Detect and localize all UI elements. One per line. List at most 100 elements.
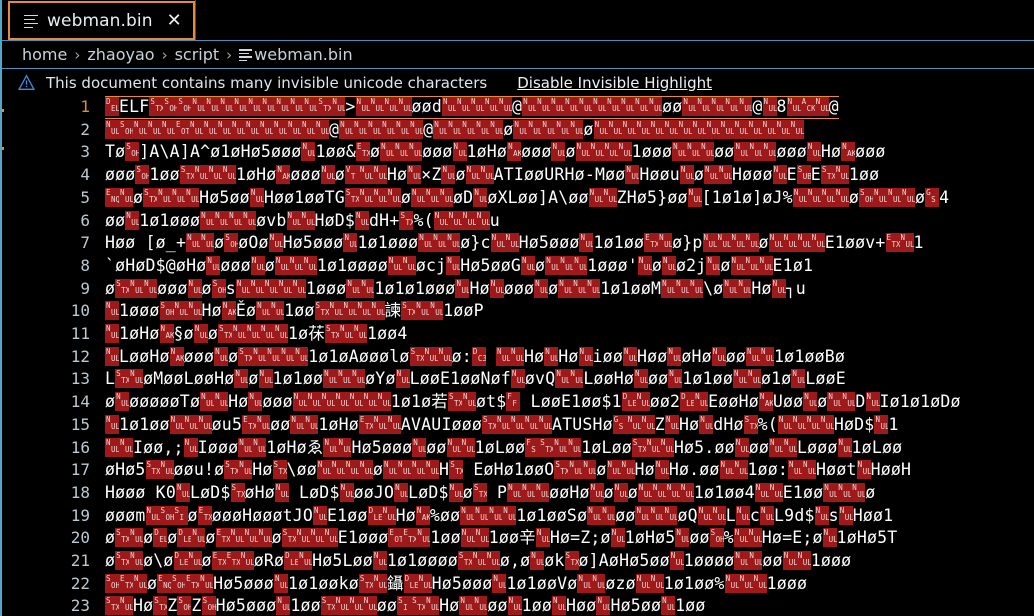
invisible-char-nul: NUL	[273, 324, 288, 343]
invisible-char-nul: NUL	[602, 187, 617, 207]
code-editor[interactable]: 1DELELFSTXSOHSOHNULNULNULNULNULNULNULNUL…	[2, 96, 1034, 616]
code-line[interactable]: 6øøNUL1ø1øøøNULNULNULNULøvbNULNULHøD$NUL…	[2, 210, 1034, 233]
invisible-char-nul: NUL	[613, 482, 628, 502]
line-content[interactable]: øNULøøøøøTøNULNULHøNULøøøNULNULNULNULNUL…	[105, 391, 961, 414]
invisible-char-nul: NUL	[649, 505, 664, 525]
invisible-char-nul: NUL	[699, 414, 714, 434]
line-content[interactable]: DELELFSTXSOHSOHNULNULNULNULNULNULNULNULN…	[105, 96, 839, 119]
code-line[interactable]: 1DELELFSTXSOHSOHNULNULNULNULNULNULNULNUL…	[2, 96, 1034, 119]
breadcrumb-item-home[interactable]: home	[22, 45, 67, 64]
binary-glyph-run: E	[786, 165, 797, 185]
invisible-char-stx: STX	[472, 482, 487, 502]
code-line[interactable]: 15NUL1ø1øøNULNULNULøu5ETXNULøøNULNUL1øHø…	[2, 414, 1034, 437]
invisible-char-stx: STX	[179, 165, 194, 185]
breadcrumb-item-zhaoyao[interactable]: zhaoyao	[87, 45, 154, 64]
invisible-char-nul: NUL	[606, 97, 621, 116]
line-content[interactable]: Høøø K0NULLøD$STXøHøNUL LøD$NULøøJONULLø…	[105, 482, 875, 505]
breadcrumb-item-file[interactable]: webman.bin	[239, 45, 353, 64]
code-line[interactable]: 9øSTXNULNULøøøNULøSOHsNULNULNULNULNUL1øø…	[2, 278, 1034, 301]
line-number: 17	[70, 460, 90, 480]
line-content[interactable]: øøNUL1ø1øøøNULNULNULNULøvbNULNULHøD$NULd…	[105, 210, 500, 233]
line-content[interactable]: SOHETXNULøENQSOHETXNULHø5øøøNUL1ø1øøkøST…	[105, 573, 807, 596]
invisible-char-nul: NUL	[323, 528, 338, 548]
binary-glyph-run: 1øø&	[315, 142, 356, 162]
line-content[interactable]: øøømNULSOHSIøETXøøøHøøøtJONULE1øøDLENULH…	[105, 505, 893, 528]
binary-glyph-run: 1øHø5T	[836, 528, 898, 548]
code-line[interactable]: 2NULSOHNULNULNULEOTNULNULNULNULNULNULNUL…	[2, 119, 1034, 142]
line-content[interactable]: øSTXNULNULøøøNULøSOHsNULNULNULNULNUL1øøø…	[105, 278, 806, 301]
disable-invisible-highlight-link[interactable]: Disable Invisible Highlight	[517, 74, 712, 92]
code-line[interactable]: 10NUL1øøøSOHNULNULHøNAKĚøNULNUL1øøSTXNUL…	[2, 300, 1034, 323]
code-line[interactable]: 3TøSOH]A\A]A^ø1øHø5øøøNUL1øø&ETXøNULNULN…	[2, 141, 1034, 164]
binary-glyph-run: E1øøø	[337, 528, 389, 548]
code-line[interactable]: 22SOHETXNULøENQSOHETXNULHø5øøøNUL1ø1øøkø…	[2, 573, 1034, 596]
overview-ruler-mark[interactable]	[2, 109, 4, 112]
line-content[interactable]: NUL1øHøNAK§øNULøSTXNULNULNULNUL1ø茠STXNUL…	[105, 323, 407, 346]
code-line[interactable]: 21øSTXNULø\øDLENULøETXETXNULøRøDLENULHø5…	[2, 550, 1034, 573]
binary-glyph-run: Hø	[228, 392, 249, 412]
invisible-char-nul: NUL	[658, 233, 673, 253]
binary-glyph-run: 諫	[384, 301, 402, 321]
binary-glyph-run: 1øLøø	[474, 437, 526, 457]
line-content[interactable]: øøøSOH1øøSTXNULNULNUL1øHøNAKøøøNULøVTNUL…	[105, 164, 879, 187]
line-content[interactable]: TøSOH]A\A]A^ø1øHø5øøøNUL1øø&ETXøNULNULNU…	[105, 141, 886, 164]
invisible-char-nul: NUL	[700, 142, 715, 162]
line-content[interactable]: NULNULIøø,;NULIøøøNULNUL1øHøゑNULNULHø5øø…	[105, 437, 902, 460]
invisible-char-nul: NUL	[634, 369, 648, 389]
line-content[interactable]: NULSOHNULNULNULEOTNULNULNULNULNULNULNULN…	[105, 119, 804, 142]
binary-glyph-run: Høø	[566, 596, 597, 616]
binary-glyph-run: 1ø1øø	[682, 369, 733, 389]
line-content[interactable]: ENQNULøSTXNULNULNULHø5øøNULHøø1øøTGSTXNU…	[105, 187, 949, 210]
invisible-char-nul: NUL	[455, 278, 470, 298]
invisible-char-nul: NUL	[207, 165, 222, 185]
code-line[interactable]: 5ENQNULøSTXNULNULNULHø5øøNULHøø1øøTGSTXN…	[2, 187, 1034, 210]
code-lines-container[interactable]: 1DELELFSTXSOHSOHNULNULNULNULNULNULNULNUL…	[2, 96, 1034, 616]
binary-glyph-run: 1øHøゑ	[266, 437, 324, 457]
line-content[interactable]: NUL1øøøSOHNULNULHøNAKĚøNULNUL1øøSTXNULNU…	[105, 300, 484, 323]
binary-glyph-run: Hø	[469, 278, 490, 298]
invisible-char-nul: NUL	[461, 119, 476, 139]
line-content[interactable]: STXNULHøSTXZSOHZSOHHø5øøøNUL1øøSTXNULNUL…	[105, 595, 706, 616]
overview-ruler-mark[interactable]	[2, 147, 4, 150]
invisible-char-nul: NUL	[446, 437, 461, 457]
code-line[interactable]: 4øøøSOH1øøSTXNULNULNUL1øHøNAKøøøNULøVTNU…	[2, 164, 1034, 187]
code-line[interactable]: 18Høøø K0NULLøD$STXøHøNUL LøD$NULøøJONUL…	[2, 482, 1034, 505]
invisible-char-nul: NUL	[775, 119, 790, 139]
invisible-char-nul: NUL	[441, 165, 456, 185]
code-line[interactable]: 17øHø5STXNULøøu!øSTXNULHøSTX\øøNULNULNUL…	[2, 459, 1034, 482]
invisible-char-nul: NUL	[620, 460, 635, 480]
tab-webman-bin[interactable]: webman.bin ✕	[8, 1, 195, 40]
code-line[interactable]: 20øSTXNULøDELøDLENULøETXNULNULNULøSTXNUL…	[2, 527, 1034, 550]
breadcrumb-item-script[interactable]: script	[175, 45, 220, 64]
code-line[interactable]: 12NULLøøHøNAKøøøNULøSTXNULNULNULNUL1ø1øA…	[2, 346, 1034, 369]
invisible-char-nul: NUL	[718, 165, 733, 185]
line-content[interactable]: øHø5STXNULøøu!øSTXNULHøSTX\øøNULNULNULNU…	[105, 459, 911, 482]
code-line[interactable]: 7Høø [ø_+NULNULøSOHøOøNULHø5øøøNUL1ø1øøø…	[2, 232, 1034, 255]
line-content[interactable]: LSTXNULøMøøLøøHøNULøNUL1ø1øøNULNULNULøYø…	[105, 368, 846, 391]
code-line[interactable]: 14øNULøøøøøTøNULNULHøNULøøøNULNULNULNULN…	[2, 391, 1034, 414]
line-content[interactable]: NULLøøHøNAKøøøNULøSTXNULNULNULNUL1ø1øAøø…	[105, 346, 845, 369]
line-content[interactable]: `øHøD$@øHøNULøøøNULøNULNULNUL1ø1øøøøNULN…	[105, 255, 813, 278]
invisible-char-nul: NUL	[339, 482, 354, 502]
invisible-char-etx: ETX	[242, 414, 257, 434]
binary-glyph-run: Høø	[636, 346, 668, 366]
line-content[interactable]: øSTXNULø\øDLENULøETXETXNULøRøDLENULHø5Lø…	[105, 550, 851, 573]
close-icon[interactable]: ✕	[167, 11, 182, 30]
line-content[interactable]: Høø [ø_+NULNULøSOHøOøNULHø5øøøNUL1ø1øøøN…	[105, 232, 924, 255]
code-line[interactable]: 8`øHøD$@øHøNULøøøNULøNULNULNUL1ø1øøøøNUL…	[2, 255, 1034, 278]
line-content[interactable]: NUL1ø1øøNULNULNULøu5ETXNULøøNULNUL1øHøET…	[105, 414, 899, 437]
invisible-char-soh: SOH	[177, 596, 192, 616]
code-line[interactable]: 19øøømNULSOHSIøETXøøøHøøøtJONULE1øøDLENU…	[2, 505, 1034, 528]
code-line[interactable]: 16NULNULIøø,;NULIøøøNULNUL1øHøゑNULNULHø5…	[2, 437, 1034, 460]
invisible-char-nul: NUL	[358, 460, 373, 480]
binary-glyph-run: ATUSHø	[551, 414, 613, 434]
line-content[interactable]: øSTXNULøDELøDLENULøETXNULNULNULøSTXNULNU…	[105, 527, 897, 550]
code-line[interactable]: 11NUL1øHøNAK§øNULøSTXNULNULNULNUL1ø茠STXN…	[2, 323, 1034, 346]
code-line[interactable]: 23STXNULHøSTXZSOHZSOHHø5øøøNUL1øøSTXNULN…	[2, 595, 1034, 616]
invisible-char-nul: NUL	[259, 324, 274, 343]
invisible-char-del: DEL	[153, 528, 168, 548]
code-line[interactable]: 13LSTXNULøMøøLøøHøNULøNUL1ø1øøNULNULNULø…	[2, 368, 1034, 391]
invisible-char-nul: NUL	[761, 119, 776, 139]
invisible-char-nul: NUL	[806, 187, 821, 207]
invisible-char-nul: NUL	[239, 551, 254, 570]
